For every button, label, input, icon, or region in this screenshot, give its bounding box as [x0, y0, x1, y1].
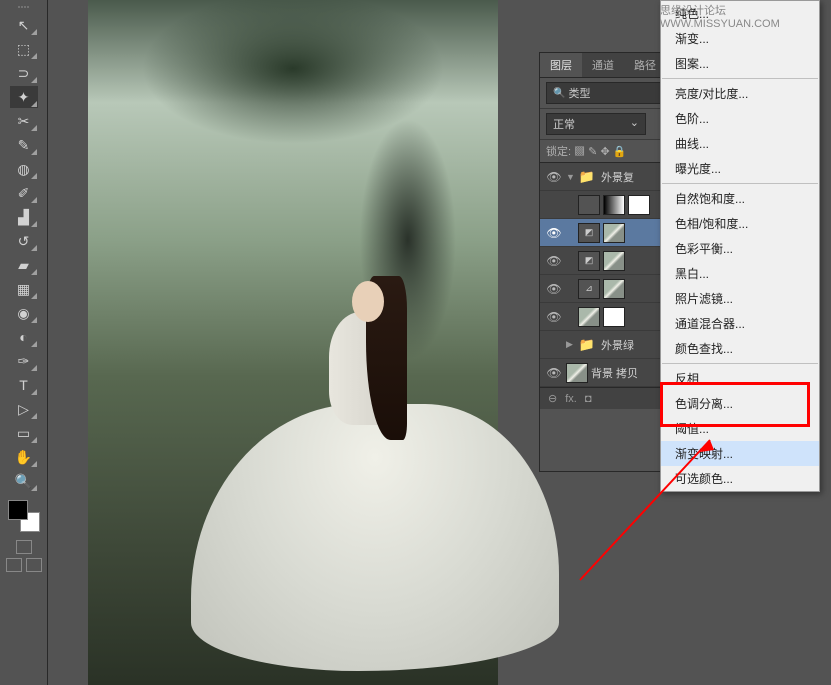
- tab-channels[interactable]: 通道: [582, 53, 624, 77]
- layer-thumb[interactable]: [578, 307, 600, 327]
- eyedropper-tool[interactable]: ✎: [10, 134, 38, 156]
- layer-mask-thumb[interactable]: [603, 307, 625, 327]
- adjustment-thumb[interactable]: ⊿: [578, 279, 600, 299]
- stamp-tool[interactable]: ▟: [10, 206, 38, 228]
- menu-item[interactable]: 色阶...: [661, 106, 819, 131]
- path-selection-tool[interactable]: ▷: [10, 398, 38, 420]
- folder-icon: 📁: [576, 167, 598, 187]
- lasso-tool[interactable]: ⊃: [10, 62, 38, 84]
- shape-tool[interactable]: ▭: [10, 422, 38, 444]
- eraser-tool[interactable]: ▰: [10, 254, 38, 276]
- layer-thumb[interactable]: [603, 223, 625, 243]
- annotation-arrow: [560, 430, 720, 590]
- healing-brush-tool[interactable]: ◍: [10, 158, 38, 180]
- adjustment-thumb[interactable]: ◩: [578, 251, 600, 271]
- menu-separator: [662, 78, 818, 79]
- expand-toggle-icon[interactable]: ▶: [566, 339, 576, 350]
- layer-thumb[interactable]: [603, 279, 625, 299]
- menu-item[interactable]: 色调分离...: [661, 391, 819, 416]
- visibility-eye-icon[interactable]: 👁: [542, 310, 566, 324]
- visibility-eye-icon[interactable]: 👁: [542, 170, 566, 184]
- pen-tool[interactable]: ✑: [10, 350, 38, 372]
- history-brush-tool[interactable]: ↺: [10, 230, 38, 252]
- image-content: [260, 158, 490, 672]
- panel-grip[interactable]: [0, 2, 47, 12]
- screenmode-toggle[interactable]: [6, 558, 22, 572]
- menu-item[interactable]: 曝光度...: [661, 156, 819, 181]
- menu-item[interactable]: 色彩平衡...: [661, 236, 819, 261]
- layer-thumb[interactable]: [566, 363, 588, 383]
- adjustment-thumb[interactable]: ◩: [578, 223, 600, 243]
- layer-thumb[interactable]: [603, 251, 625, 271]
- zoom-tool[interactable]: 🔍: [10, 470, 38, 492]
- layer-kind-filter[interactable]: 类型 ≑: [546, 82, 677, 104]
- layer-name-label[interactable]: 背景 拷贝: [591, 365, 638, 381]
- menu-item[interactable]: 反相: [661, 366, 819, 391]
- move-tool[interactable]: ↖: [10, 14, 38, 36]
- type-tool[interactable]: T: [10, 374, 38, 396]
- menu-item[interactable]: 自然饱和度...: [661, 186, 819, 211]
- layer-name-label[interactable]: 外景绿: [601, 337, 634, 353]
- layer-fx-icon[interactable]: fx.: [565, 393, 577, 405]
- color-swatches[interactable]: [8, 500, 40, 532]
- quickmask-toggle[interactable]: [16, 540, 32, 554]
- marquee-tool[interactable]: ⬚: [10, 38, 38, 60]
- magic-wand-tool[interactable]: ✦: [10, 86, 38, 108]
- hand-tool[interactable]: ✋: [10, 446, 38, 468]
- menu-item[interactable]: 曲线...: [661, 131, 819, 156]
- expand-toggle-icon[interactable]: ▼: [566, 172, 576, 182]
- visibility-eye-icon[interactable]: 👁: [542, 282, 566, 296]
- adjustment-layer-menu: 纯色...渐变...图案...亮度/对比度...色阶...曲线...曝光度...…: [660, 0, 820, 492]
- gradient-tool[interactable]: ▦: [10, 278, 38, 300]
- document-canvas[interactable]: [88, 0, 498, 685]
- tools-toolbar: ↖⬚⊃✦✂✎◍✐▟↺▰▦◉◐✑T▷▭✋🔍: [0, 0, 48, 685]
- layer-name-label[interactable]: 外景复: [601, 169, 634, 185]
- tab-layers[interactable]: 图层: [540, 53, 582, 77]
- visibility-eye-icon[interactable]: 👁: [542, 226, 566, 240]
- folder-icon: 📁: [576, 335, 598, 355]
- menu-item[interactable]: 图案...: [661, 51, 819, 76]
- layer-mask-thumb[interactable]: [628, 195, 650, 215]
- menu-item[interactable]: 色相/饱和度...: [661, 211, 819, 236]
- brush-tool[interactable]: ✐: [10, 182, 38, 204]
- layer-mask-thumb[interactable]: [603, 195, 625, 215]
- foreground-color[interactable]: [8, 500, 28, 520]
- menu-item[interactable]: 通道混合器...: [661, 311, 819, 336]
- menu-separator: [662, 363, 818, 364]
- visibility-eye-icon[interactable]: 👁: [542, 366, 566, 380]
- menu-separator: [662, 183, 818, 184]
- blend-mode-select[interactable]: 正常 ⌄: [546, 113, 646, 135]
- menu-item[interactable]: 颜色查找...: [661, 336, 819, 361]
- link-layers-icon[interactable]: ⊖: [548, 392, 557, 405]
- blur-tool[interactable]: ◉: [10, 302, 38, 324]
- watermark: 思缘设计论坛 WWW.MISSYUAN.COM: [660, 2, 831, 30]
- crop-tool[interactable]: ✂: [10, 110, 38, 132]
- menu-item[interactable]: 亮度/对比度...: [661, 81, 819, 106]
- adjustment-thumb[interactable]: [578, 195, 600, 215]
- layer-mask-icon[interactable]: ◘: [585, 393, 592, 405]
- dodge-tool[interactable]: ◐: [10, 326, 38, 348]
- screenmode-toggle-2[interactable]: [26, 558, 42, 572]
- menu-item[interactable]: 照片滤镜...: [661, 286, 819, 311]
- menu-item[interactable]: 黑白...: [661, 261, 819, 286]
- visibility-eye-icon[interactable]: 👁: [542, 254, 566, 268]
